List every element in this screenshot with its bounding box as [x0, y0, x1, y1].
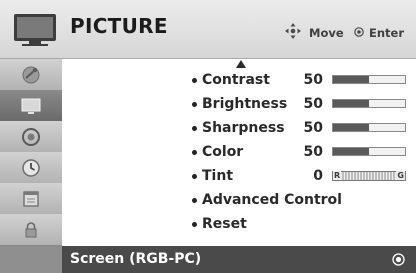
bullet-icon: [192, 102, 197, 107]
setting-row-contrast[interactable]: Contrast 50: [62, 71, 416, 95]
sidebar-item-audio[interactable]: [0, 121, 62, 153]
sidebar-item-setup[interactable]: [0, 59, 62, 91]
menu-title: PICTURE: [70, 14, 168, 38]
setting-value: 50: [303, 72, 323, 88]
tv-icon: [14, 14, 56, 46]
audio-icon: [22, 127, 40, 146]
bullet-icon: [192, 198, 197, 203]
bullet-icon: [192, 78, 197, 83]
bullet-icon: [192, 126, 197, 131]
setting-value: 50: [303, 144, 323, 160]
lock-icon: [25, 221, 37, 237]
sidebar-item-lock[interactable]: [0, 214, 62, 246]
setting-value: 50: [303, 120, 323, 136]
setting-label: Tint: [202, 168, 234, 184]
level-bar-fill: [333, 100, 369, 107]
scroll-up-arrow-icon[interactable]: [236, 60, 246, 68]
level-bar[interactable]: [332, 75, 406, 84]
setting-label: Color: [202, 144, 244, 160]
screen-rgb-pc-row[interactable]: Screen (RGB-PC): [62, 246, 416, 273]
menu-header: PICTURE Move Enter: [0, 0, 416, 59]
bullet-icon: [192, 222, 197, 227]
move-arrows-icon: [285, 23, 301, 39]
level-bar-fill: [333, 124, 369, 131]
tint-green-label: G: [396, 171, 405, 180]
sidebar-item-picture[interactable]: [0, 90, 62, 122]
move-hint: Move: [309, 26, 344, 40]
level-bar-fill: [333, 148, 369, 155]
level-bar[interactable]: [332, 147, 406, 156]
setting-row-advanced-control[interactable]: Advanced Control: [62, 191, 416, 215]
tv-picture-icon: [21, 98, 41, 114]
setting-value: 0: [313, 168, 323, 184]
setting-label: Reset: [202, 216, 247, 232]
level-bar[interactable]: [332, 123, 406, 132]
enter-icon: [392, 253, 405, 266]
tint-balance-bar[interactable]: R G: [332, 171, 406, 181]
category-sidebar: [0, 59, 62, 273]
setting-label: Advanced Control: [202, 192, 342, 208]
bullet-icon: [192, 150, 197, 155]
enter-icon: [354, 27, 364, 37]
setting-value: 50: [303, 96, 323, 112]
picture-menu-frame: PICTURE Move Enter Contrast 50 Brightnes…: [0, 0, 416, 273]
setting-row-brightness[interactable]: Brightness 50: [62, 95, 416, 119]
sidebar-item-option[interactable]: [0, 183, 62, 215]
setting-row-reset[interactable]: Reset: [62, 215, 416, 239]
bullet-icon: [192, 174, 197, 179]
screen-rgb-pc-label: Screen (RGB-PC): [70, 251, 202, 267]
setting-label: Brightness: [202, 96, 288, 112]
enter-hint: Enter: [369, 26, 405, 40]
setting-label: Sharpness: [202, 120, 285, 136]
setting-label: Contrast: [202, 72, 270, 88]
level-bar[interactable]: [332, 99, 406, 108]
tint-red-label: R: [333, 171, 342, 180]
setting-row-sharpness[interactable]: Sharpness 50: [62, 119, 416, 143]
calendar-icon: [23, 190, 39, 207]
sidebar-item-time[interactable]: [0, 152, 62, 184]
settings-panel: Contrast 50 Brightness 50 Sharpness 50 C…: [62, 59, 416, 246]
setting-row-tint[interactable]: Tint 0 R G: [62, 167, 416, 191]
level-bar-fill: [333, 76, 369, 83]
satellite-dish-icon: [22, 66, 40, 83]
setting-row-color[interactable]: Color 50: [62, 143, 416, 167]
clock-icon: [22, 158, 40, 177]
